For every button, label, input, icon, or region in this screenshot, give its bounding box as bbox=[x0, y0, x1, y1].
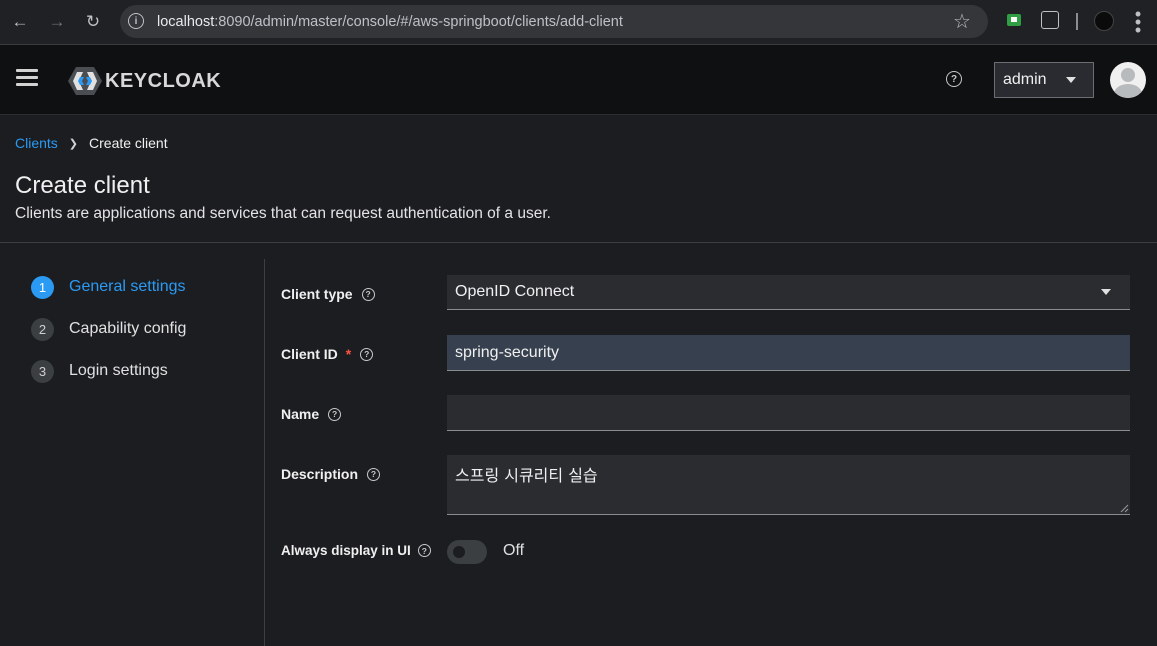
help-icon[interactable]: ? bbox=[360, 347, 374, 361]
client-type-select[interactable]: OpenID Connect bbox=[447, 275, 1130, 310]
page-description: Clients are applications and services th… bbox=[15, 205, 551, 222]
keycloak-logo[interactable]: KEYCLOAK bbox=[67, 66, 227, 96]
reload-icon[interactable]: ↻ bbox=[81, 10, 105, 34]
browser-profile-icon[interactable] bbox=[1094, 11, 1114, 31]
caret-down-icon bbox=[1066, 77, 1076, 83]
step-number: 1 bbox=[31, 275, 54, 299]
app-header: KEYCLOAK ? admin bbox=[0, 45, 1157, 115]
client-id-label-text: Client ID bbox=[281, 346, 338, 362]
caret-down-icon bbox=[1101, 289, 1111, 295]
site-info-icon[interactable]: i bbox=[128, 13, 144, 29]
forward-arrow-icon[interactable]: → bbox=[45, 10, 69, 34]
client-id-input[interactable] bbox=[447, 335, 1130, 371]
client-type-label-text: Client type bbox=[281, 286, 353, 302]
step-label: Login settings bbox=[69, 362, 168, 379]
back-arrow-icon[interactable]: ← bbox=[8, 10, 32, 34]
name-label-text: Name bbox=[281, 406, 320, 422]
wizard-step-general-settings[interactable]: 1 General settings bbox=[31, 275, 186, 299]
extensions-puzzle-icon[interactable] bbox=[1041, 11, 1059, 29]
logo-text: KEYCLOAK bbox=[105, 70, 222, 92]
header-divider bbox=[0, 242, 1157, 243]
browser-toolbar: ← → ↻ localhost:8090/admin/master/consol… bbox=[0, 0, 1157, 45]
description-label-text: Description bbox=[281, 466, 359, 482]
breadcrumb: Clients ❯ Create client bbox=[15, 135, 168, 151]
resize-handle-icon[interactable] bbox=[1119, 503, 1129, 513]
toolbar-divider bbox=[1076, 13, 1078, 30]
description-label: Description ? bbox=[281, 466, 381, 482]
always-display-label-text: Always display in UI bbox=[281, 543, 411, 558]
address-bar[interactable]: localhost:8090/admin/master/console/#/aw… bbox=[120, 5, 988, 38]
step-number: 3 bbox=[31, 359, 54, 383]
help-icon[interactable]: ? bbox=[946, 71, 962, 87]
wizard-step-capability-config[interactable]: 2 Capability config bbox=[31, 317, 186, 341]
required-asterisk: * bbox=[345, 346, 352, 362]
url-path: :8090/admin/master/console/#/aws-springb… bbox=[214, 13, 623, 30]
help-icon[interactable]: ? bbox=[328, 407, 342, 421]
breadcrumb-clients-link[interactable]: Clients bbox=[15, 135, 58, 151]
browser-menu-icon[interactable]: • • • bbox=[1133, 5, 1143, 39]
toggle-knob bbox=[453, 546, 465, 558]
wizard-nav: 1 General settings 2 Capability config 3… bbox=[0, 259, 265, 646]
wizard-step-login-settings[interactable]: 3 Login settings bbox=[31, 359, 168, 383]
name-input[interactable] bbox=[447, 395, 1130, 431]
always-display-toggle[interactable] bbox=[447, 540, 487, 564]
toggle-state-label: Off bbox=[503, 542, 525, 559]
hamburger-menu-icon[interactable] bbox=[16, 69, 38, 87]
avatar[interactable] bbox=[1110, 62, 1146, 98]
breadcrumb-current: Create client bbox=[89, 135, 168, 151]
page-title: Create client bbox=[15, 172, 150, 199]
name-label: Name ? bbox=[281, 406, 342, 422]
chevron-right-icon: ❯ bbox=[68, 137, 79, 150]
help-icon[interactable]: ? bbox=[417, 544, 431, 557]
user-menu-dropdown[interactable]: admin bbox=[994, 62, 1094, 98]
bookmark-star-icon[interactable]: ☆ bbox=[953, 9, 971, 34]
help-icon[interactable]: ? bbox=[367, 467, 381, 481]
step-label: Capability config bbox=[69, 320, 187, 337]
client-id-label: Client ID * ? bbox=[281, 346, 374, 362]
step-label: General settings bbox=[69, 278, 186, 295]
extension-icon[interactable] bbox=[1007, 14, 1021, 26]
client-type-label: Client type ? bbox=[281, 286, 375, 302]
client-type-value: OpenID Connect bbox=[455, 283, 575, 300]
step-number: 2 bbox=[31, 317, 54, 341]
always-display-label: Always display in UI ? bbox=[281, 543, 431, 558]
url-host: localhost bbox=[157, 13, 215, 30]
keycloak-logo-icon bbox=[68, 67, 102, 95]
description-textarea[interactable]: 스프링 시큐리티 실습 bbox=[447, 455, 1130, 515]
user-name: admin bbox=[1003, 71, 1047, 88]
help-icon[interactable]: ? bbox=[361, 287, 375, 301]
